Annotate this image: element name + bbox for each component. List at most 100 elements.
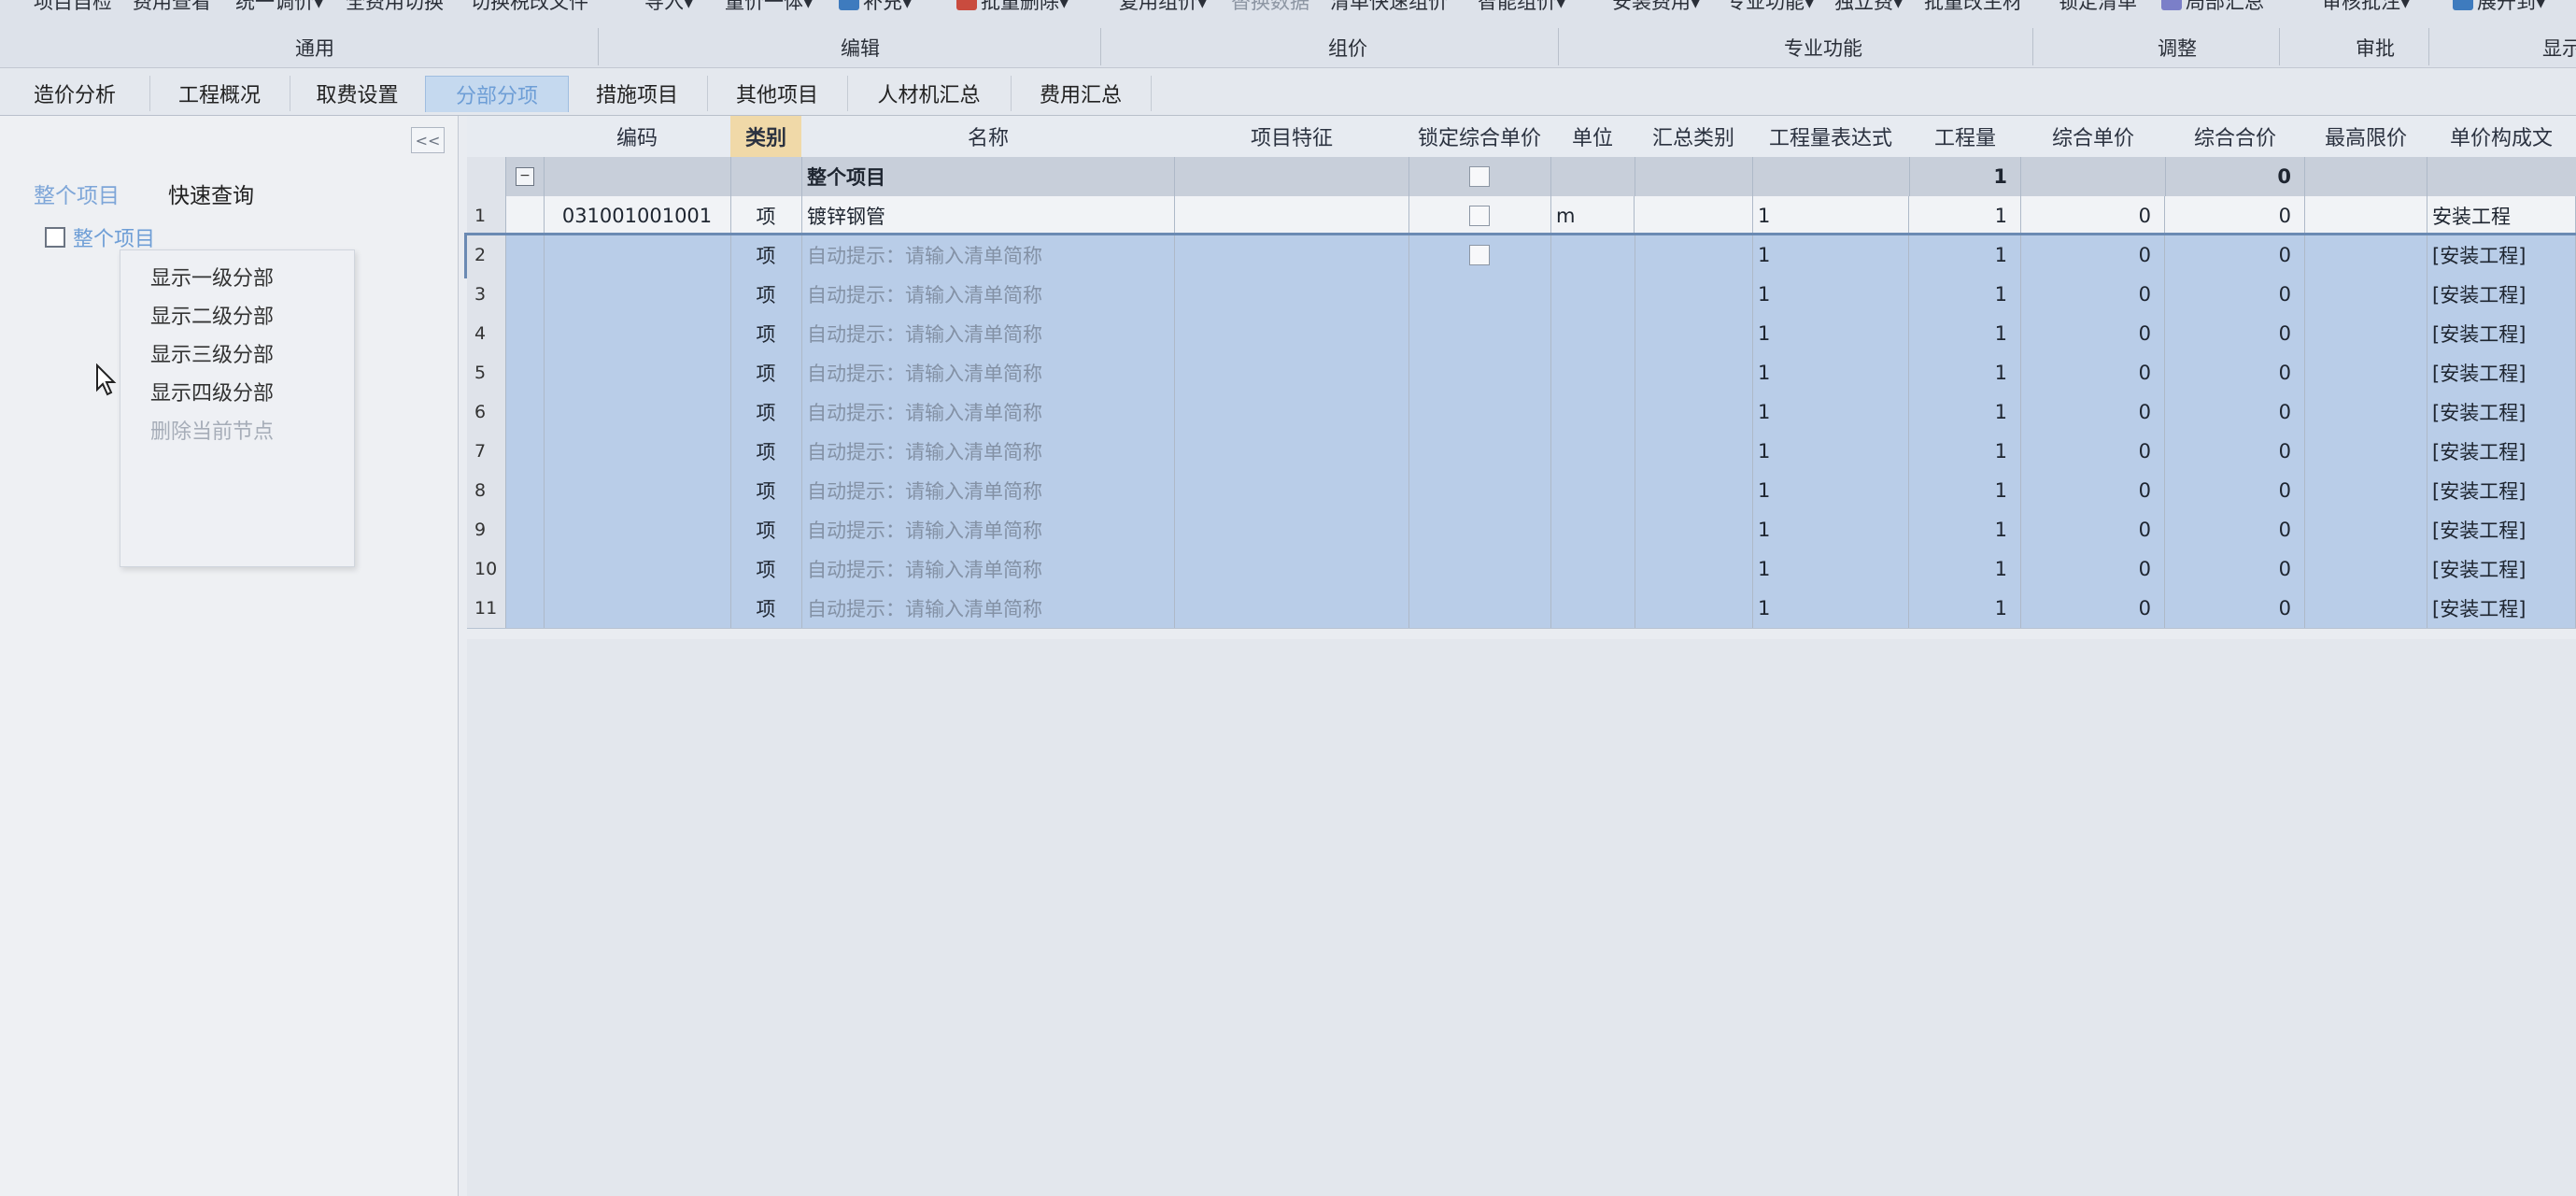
lock-price-checkbox[interactable]: [1469, 245, 1490, 265]
cell-type[interactable]: [730, 157, 802, 196]
cell-unit[interactable]: [1550, 392, 1635, 432]
cell-total[interactable]: 0: [2165, 392, 2305, 432]
cell-lock[interactable]: [1408, 235, 1551, 275]
cell-expr[interactable]: 1: [1752, 471, 1909, 510]
cell-comp[interactable]: [安装工程]: [2427, 589, 2576, 628]
cell-num[interactable]: 11: [467, 589, 506, 628]
tab-4[interactable]: 措施项目: [567, 76, 708, 111]
cell-comp[interactable]: [安装工程]: [2427, 510, 2576, 549]
column-header-lock[interactable]: 锁定综合单价: [1408, 116, 1551, 157]
cell-expand[interactable]: [506, 314, 545, 353]
cell-feature[interactable]: [1175, 353, 1409, 392]
cell-comp[interactable]: [安装工程]: [2427, 471, 2576, 510]
cell-qty[interactable]: 1: [1909, 196, 2021, 235]
cell-name[interactable]: 自动提示：请输入清单简称: [801, 314, 1175, 353]
cell-expr[interactable]: 1: [1752, 275, 1909, 314]
cell-code[interactable]: [544, 471, 731, 510]
tab-2[interactable]: 取费设置: [290, 76, 426, 111]
column-header-total[interactable]: 综合合价: [2165, 116, 2306, 157]
cell-type[interactable]: 项: [730, 392, 802, 432]
ribbon-button-17[interactable]: 锁定清单: [2059, 0, 2137, 15]
context-menu-item[interactable]: 显示二级分部: [150, 300, 274, 330]
cell-name[interactable]: 自动提示：请输入清单简称: [801, 432, 1175, 471]
cell-uprice[interactable]: [2021, 157, 2166, 196]
cell-maxp[interactable]: [2305, 471, 2427, 510]
cell-name[interactable]: 整个项目: [801, 157, 1175, 196]
cell-sumtype[interactable]: [1635, 196, 1753, 235]
cell-maxp[interactable]: [2305, 392, 2427, 432]
cell-num[interactable]: [467, 157, 506, 196]
column-header-type[interactable]: 类别: [730, 116, 802, 157]
ribbon-button-10[interactable]: 替换数据: [1231, 0, 1309, 15]
tab-6[interactable]: 人材机汇总: [847, 76, 1012, 111]
cell-feature[interactable]: [1175, 275, 1409, 314]
cell-comp[interactable]: [安装工程]: [2427, 314, 2576, 353]
cell-sumtype[interactable]: [1635, 589, 1753, 628]
cell-unit[interactable]: [1550, 471, 1635, 510]
context-menu-item[interactable]: 显示一级分部: [150, 262, 274, 292]
cell-sumtype[interactable]: [1635, 432, 1753, 471]
cell-code[interactable]: [544, 549, 731, 589]
cell-num[interactable]: 3: [467, 275, 506, 314]
cell-uprice[interactable]: 0: [2021, 196, 2165, 235]
column-header-feature[interactable]: 项目特征: [1175, 116, 1409, 157]
cell-type[interactable]: 项: [730, 275, 802, 314]
ribbon-button-11[interactable]: 清单快速组价: [1330, 0, 1448, 15]
cell-expr[interactable]: 1: [1752, 510, 1909, 549]
cell-total[interactable]: 0: [2165, 471, 2305, 510]
cell-comp[interactable]: [安装工程]: [2427, 275, 2576, 314]
ribbon-button-16[interactable]: 批量改主材: [1924, 0, 2022, 15]
cell-type[interactable]: 项: [730, 471, 802, 510]
cell-name[interactable]: 自动提示：请输入清单简称: [801, 471, 1175, 510]
cell-feature[interactable]: [1175, 549, 1409, 589]
cell-total[interactable]: 0: [2165, 275, 2305, 314]
cell-name[interactable]: 自动提示：请输入清单简称: [801, 275, 1175, 314]
cell-qty[interactable]: 1: [1909, 510, 2021, 549]
ribbon-button-9[interactable]: 复用组价▾: [1119, 0, 1208, 15]
context-menu-item[interactable]: 显示三级分部: [150, 338, 274, 368]
table-row[interactable]: 11 项自动提示：请输入清单简称 1 1 0 0 [安装工程]: [467, 589, 2576, 629]
cell-unit[interactable]: [1550, 589, 1635, 628]
cell-sumtype[interactable]: [1635, 275, 1753, 314]
cell-expr[interactable]: 1: [1752, 314, 1909, 353]
cell-comp[interactable]: [2427, 157, 2576, 196]
cell-feature[interactable]: [1175, 432, 1409, 471]
cell-sumtype[interactable]: [1635, 471, 1753, 510]
tab-quick-query[interactable]: 快速查询: [168, 178, 254, 209]
cell-sumtype[interactable]: [1635, 392, 1753, 432]
cell-qty[interactable]: 1: [1909, 392, 2021, 432]
cell-total[interactable]: 0: [2165, 314, 2305, 353]
cell-comp[interactable]: [安装工程]: [2427, 235, 2576, 275]
table-row[interactable]: 7 项自动提示：请输入清单简称 1 1 0 0 [安装工程]: [467, 432, 2576, 472]
column-header-maxp[interactable]: 最高限价: [2305, 116, 2427, 157]
ribbon-button-5[interactable]: 导入▾: [644, 0, 694, 15]
cell-num[interactable]: 4: [467, 314, 506, 353]
ribbon-button-19[interactable]: 审核批注▾: [2322, 0, 2411, 15]
cell-qty[interactable]: 1: [1909, 471, 2021, 510]
tab-3[interactable]: 分部分项: [425, 76, 569, 112]
cell-sumtype[interactable]: [1635, 235, 1753, 275]
cell-expr[interactable]: [1752, 157, 1910, 196]
cell-expand[interactable]: [506, 549, 545, 589]
cell-unit[interactable]: [1550, 432, 1635, 471]
cell-lock[interactable]: [1408, 392, 1551, 432]
ribbon-button-0[interactable]: 项目自检: [34, 0, 112, 15]
cell-name[interactable]: 自动提示：请输入清单简称: [801, 353, 1175, 392]
cell-code[interactable]: [544, 353, 731, 392]
cell-name[interactable]: 自动提示：请输入清单简称: [801, 549, 1175, 589]
cell-num[interactable]: 6: [467, 392, 506, 432]
cell-expr[interactable]: 1: [1752, 353, 1909, 392]
cell-maxp[interactable]: [2305, 314, 2427, 353]
ribbon-button-13[interactable]: 安装费用▾: [1612, 0, 1701, 15]
table-row[interactable]: 9 项自动提示：请输入清单简称 1 1 0 0 [安装工程]: [467, 510, 2576, 550]
table-row[interactable]: 1 031001001001 项镀锌钢管 m 1 1 0 0 安装工程: [467, 196, 2576, 236]
ribbon-button-14[interactable]: 专业功能▾: [1726, 0, 1815, 15]
column-header-name[interactable]: 名称: [801, 116, 1176, 157]
cell-expr[interactable]: 1: [1752, 196, 1909, 235]
tree-node-whole-project[interactable]: 整个项目: [45, 222, 155, 252]
cell-comp[interactable]: [安装工程]: [2427, 432, 2576, 471]
ribbon-button-20[interactable]: 展开到▾: [2453, 0, 2546, 15]
column-header-unit[interactable]: 单位: [1550, 116, 1635, 157]
column-header-code[interactable]: 编码: [544, 116, 731, 157]
cell-uprice[interactable]: 0: [2021, 353, 2165, 392]
